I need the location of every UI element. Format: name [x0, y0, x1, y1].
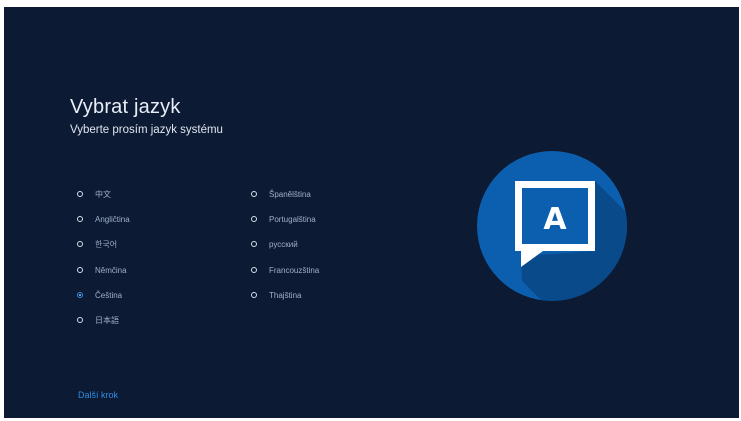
language-label: Čeština: [95, 290, 123, 300]
page-subtitle: Vyberte prosím jazyk systému: [70, 124, 223, 136]
language-option-thai[interactable]: Thajština: [251, 288, 301, 302]
page-title: Vybrat jazyk: [70, 96, 181, 118]
language-option-french[interactable]: Francouzština: [251, 263, 319, 277]
emblem-letter: A: [543, 202, 567, 237]
radio-selected-icon: [77, 292, 83, 298]
radio-icon: [77, 317, 83, 323]
language-label: Thajština: [269, 290, 302, 300]
radio-icon: [77, 241, 83, 247]
language-label: Portugalština: [269, 214, 316, 224]
radio-icon: [251, 216, 257, 222]
language-label: 日本語: [95, 315, 119, 325]
radio-icon: [77, 216, 83, 222]
language-setup-screen: Vybrat jazyk Vyberte prosím jazyk systém…: [4, 7, 739, 418]
language-label: 한국어: [95, 239, 118, 249]
radio-icon: [251, 267, 257, 273]
language-option-chinese[interactable]: 中文: [77, 187, 111, 201]
language-label: русский: [269, 239, 298, 249]
next-step-button[interactable]: Další krok: [78, 390, 118, 400]
language-option-portuguese[interactable]: Portugalština: [251, 212, 316, 226]
language-option-czech[interactable]: Čeština: [77, 288, 122, 302]
language-label: Španělština: [269, 189, 311, 199]
language-option-russian[interactable]: русский: [251, 237, 298, 251]
language-option-english[interactable]: Angličtina: [77, 212, 130, 226]
language-label: Angličtina: [95, 214, 130, 224]
radio-icon: [251, 241, 257, 247]
language-option-japanese[interactable]: 日本語: [77, 313, 119, 327]
radio-icon: [77, 267, 83, 273]
language-option-korean[interactable]: 한국어: [77, 237, 117, 251]
radio-icon: [251, 191, 257, 197]
radio-icon: [251, 292, 257, 298]
language-label: 中文: [95, 189, 111, 199]
language-option-german[interactable]: Němčina: [77, 263, 127, 277]
language-option-spanish[interactable]: Španělština: [251, 187, 311, 201]
language-label: Francouzština: [269, 265, 320, 275]
radio-icon: [77, 191, 83, 197]
language-label: Němčina: [95, 265, 127, 275]
language-speech-bubble-icon: A: [477, 151, 627, 301]
